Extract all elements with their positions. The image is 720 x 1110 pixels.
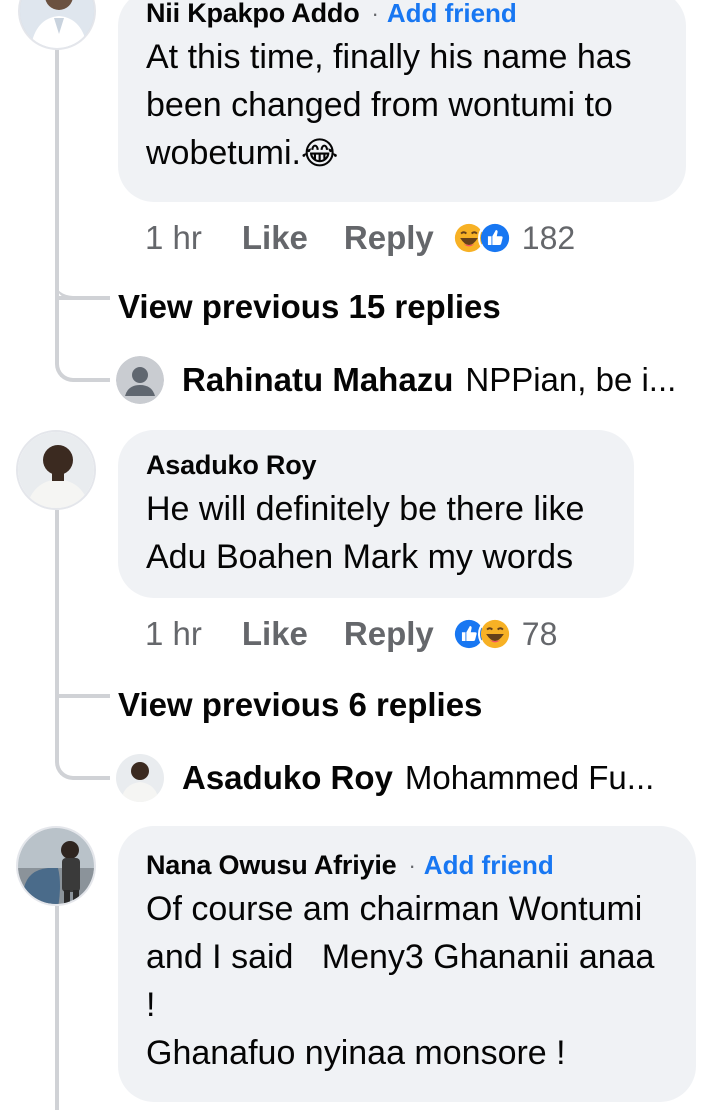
comment-line: At this time, finally his name has [146, 38, 632, 76]
avatar[interactable] [18, 0, 96, 50]
like-button[interactable]: Like [242, 219, 308, 257]
reaction-count[interactable]: 78 [522, 616, 558, 653]
view-previous-replies[interactable]: View previous 6 replies [118, 686, 482, 724]
view-previous-replies[interactable]: View previous 15 replies [118, 288, 501, 326]
reply-preview[interactable]: Rahinatu Mahazu NPPian, be i... [116, 356, 676, 404]
comment-bubble: Asaduko Roy He will definitely be there … [118, 430, 634, 598]
comment-text: He will definitely be there like Adu Boa… [146, 485, 606, 581]
comment-text: Of course am chairman Wontumi and I said… [146, 885, 668, 1077]
reactions-summary[interactable] [451, 221, 512, 255]
comment-bubble: Nii Kpakpo Addo · Add friend At this tim… [118, 0, 686, 202]
reply-text: Mohammed Fu... [404, 759, 655, 796]
comment-time[interactable]: 1 hr [145, 615, 202, 653]
default-avatar-icon [116, 356, 164, 404]
comment-line-text: wobetumi. [146, 134, 301, 172]
comment-line: Ghanafuo nyinaa monsore ! [146, 1034, 566, 1072]
comment-line: He will definitely be there like [146, 490, 585, 528]
comment-actions: 1 hr Like Reply 78 [145, 614, 557, 654]
avatar[interactable] [16, 826, 96, 906]
comment-line: ! [146, 986, 156, 1024]
add-friend-button[interactable]: Add friend [424, 850, 554, 881]
separator-dot: · [408, 852, 416, 878]
avatar[interactable] [16, 430, 96, 510]
thread-curve-2 [55, 730, 110, 780]
comment-text: At this time, finally his name has been … [146, 33, 658, 177]
reply-author[interactable]: Rahinatu Mahazu [182, 361, 453, 399]
thread-line-3 [55, 906, 59, 1110]
reply-text: NPPian, be i... [465, 361, 677, 398]
comment-line: wobetumi.😂 [146, 129, 658, 177]
separator-dot: · [371, 0, 379, 26]
reply-button[interactable]: Reply [344, 615, 434, 653]
comment-actions: 1 hr Like Reply 182 [145, 218, 575, 258]
comment-author[interactable]: Nana Owusu Afriyie [146, 850, 397, 881]
thread-curve-1b [55, 330, 110, 382]
comment-line: been changed from wontumi to [146, 86, 613, 124]
thread-curve-1a [55, 240, 110, 300]
like-icon [477, 221, 512, 255]
haha-icon [477, 617, 512, 651]
add-friend-button[interactable]: Add friend [387, 0, 517, 29]
thread-branch-2 [59, 694, 110, 698]
comment-author[interactable]: Nii Kpakpo Addo [146, 0, 360, 29]
reply-button[interactable]: Reply [344, 219, 434, 257]
comment-line: Adu Boahen Mark my words [146, 538, 574, 576]
comment-line: and I said Meny3 Ghananii anaa [146, 938, 655, 976]
comment-line: Of course am chairman Wontumi [146, 890, 643, 928]
laughing-emoji-icon: 😂 [300, 135, 339, 171]
comment-author[interactable]: Asaduko Roy [146, 450, 317, 481]
reaction-count[interactable]: 182 [522, 220, 575, 257]
comment-bubble: Nana Owusu Afriyie · Add friend Of cours… [118, 826, 696, 1102]
avatar [116, 754, 164, 802]
thread-line-1 [55, 0, 59, 360]
reactions-summary[interactable] [451, 617, 512, 651]
thread-line-2 [55, 510, 59, 760]
reply-preview[interactable]: Asaduko Roy Mohammed Fu... [116, 754, 654, 802]
thread-branch-1 [59, 296, 110, 300]
comment-time[interactable]: 1 hr [145, 219, 202, 257]
like-button[interactable]: Like [242, 615, 308, 653]
reply-author[interactable]: Asaduko Roy [182, 759, 393, 797]
